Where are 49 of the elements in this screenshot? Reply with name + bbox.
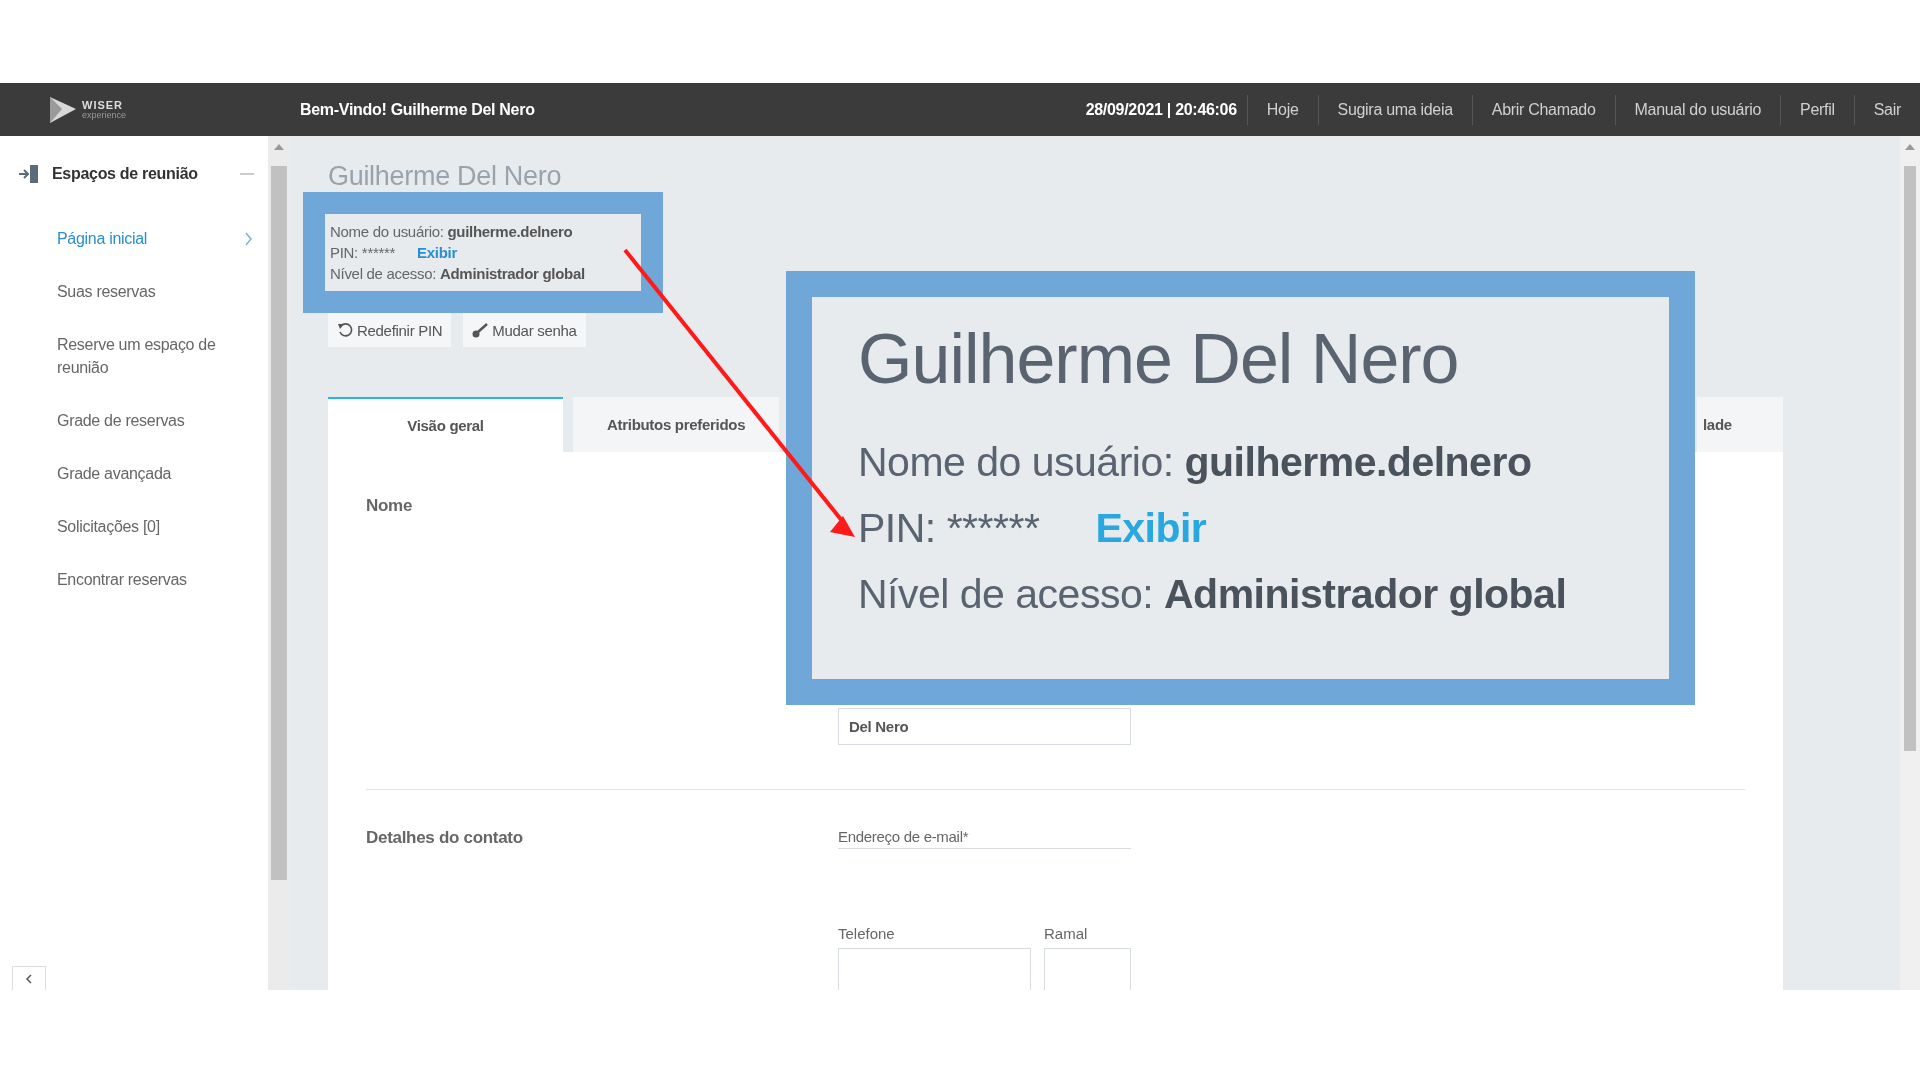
nav-item[interactable]: Grade avançada — [0, 452, 268, 495]
nav-link[interactable]: Sair — [1853, 94, 1920, 125]
nav-item[interactable]: Reserve um espaço de reunião — [0, 323, 268, 389]
scroll-up-icon[interactable] — [1905, 144, 1915, 150]
nav-item[interactable]: Encontrar reservas — [0, 558, 268, 601]
nav-item[interactable]: Solicitações [0] — [0, 505, 268, 548]
date-time: 28/09/2021 | 20:46:06 — [1085, 100, 1237, 119]
email-field[interactable]: Endereço de e-mail* — [838, 828, 1131, 849]
scrollbar-thumb[interactable] — [1904, 166, 1916, 751]
section-heading: Detalhes do contato — [366, 828, 524, 849]
username-line: Nome do usuário: guilherme.delnero — [858, 438, 1533, 487]
section-title[interactable]: Espaços de reunião — [52, 165, 240, 183]
nav-link[interactable]: Hoje — [1246, 94, 1318, 125]
callout-title: Guilherme Del Nero — [858, 319, 1460, 399]
play-icon — [48, 94, 78, 125]
door-enter-icon — [18, 163, 40, 185]
scroll-up-icon[interactable] — [274, 144, 284, 150]
access-level-line: Nível de acesso: Administrador global — [858, 570, 1568, 619]
text-field[interactable]: Del Nero — [838, 708, 1131, 745]
chevron-left-icon[interactable] — [25, 973, 33, 984]
profile-button[interactable]: Redefinir PIN — [328, 313, 452, 347]
nav-item[interactable]: Grade de reservas — [0, 399, 268, 442]
input-field[interactable] — [1044, 948, 1131, 990]
profile-button[interactable]: Mudar senha — [463, 313, 586, 347]
access-level-line: Nível de acesso: Administrador global — [330, 264, 586, 284]
logo-subtext: experience — [82, 110, 127, 120]
field-label: Telefone — [838, 925, 896, 942]
welcome-text: Bem-Vindo! Guilherme Del Nero — [300, 100, 535, 119]
pin-text: PIN: ****** — [858, 505, 1040, 551]
chevron-right-icon — [244, 231, 254, 246]
nav-item[interactable]: Página inicial — [0, 217, 268, 260]
key-icon — [472, 322, 489, 338]
tab[interactable]: lade — [1697, 397, 1783, 452]
tab[interactable]: Atributos preferidos — [573, 397, 780, 452]
pin-text: PIN: ****** — [330, 244, 396, 261]
scrollbar-thumb[interactable] — [271, 166, 287, 880]
nav-link[interactable]: Abrir Chamado — [1471, 94, 1615, 125]
page-title: Guilherme Del Nero — [328, 160, 563, 192]
nav-link[interactable]: Sugira uma ideia — [1317, 94, 1472, 125]
input-field[interactable] — [838, 948, 1031, 990]
logo-text: WISER — [82, 99, 125, 111]
nav-item[interactable]: Suas reservas — [0, 270, 268, 313]
tab[interactable]: Visão geral — [328, 397, 563, 452]
nav-link[interactable]: Perfil — [1780, 94, 1854, 125]
username-line: Nome do usuário: guilherme.delnero — [330, 222, 574, 242]
reset-icon — [337, 322, 353, 338]
nav-link[interactable]: Manual do usuário — [1614, 94, 1781, 125]
section-heading: Nome — [366, 496, 414, 517]
field-label: Ramal — [1044, 925, 1089, 942]
